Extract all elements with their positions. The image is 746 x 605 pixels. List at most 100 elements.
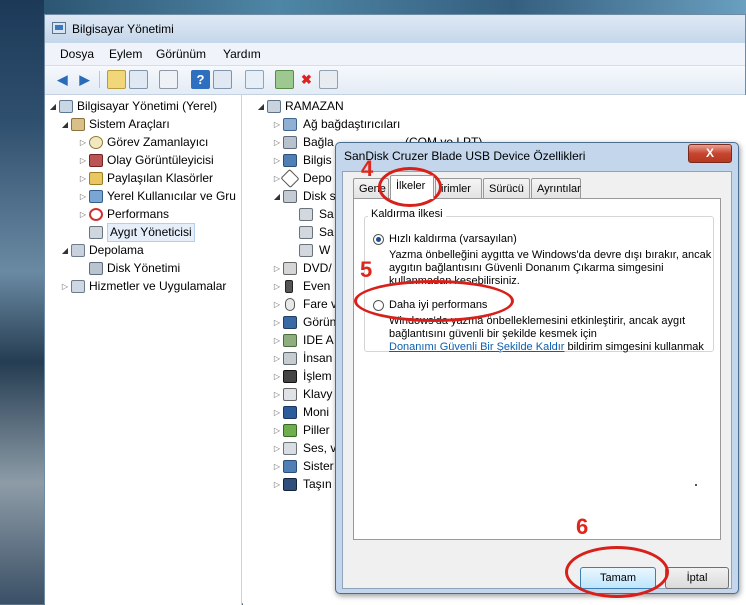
scan-hardware-icon[interactable] xyxy=(245,70,264,89)
expand-icon[interactable]: ▷ xyxy=(273,368,281,385)
collapse-icon[interactable]: ◢ xyxy=(49,98,57,115)
expand-icon[interactable]: ▷ xyxy=(273,350,281,367)
tree-label: Ağ bağdaştırıcıları xyxy=(303,117,401,131)
tree-label: Sa xyxy=(319,207,334,221)
expand-icon[interactable]: ▷ xyxy=(273,476,281,493)
view-icon[interactable] xyxy=(213,70,232,89)
update-driver-icon[interactable] xyxy=(275,70,294,89)
display-adapter-icon xyxy=(283,316,297,329)
desktop-background-left xyxy=(0,0,44,604)
show-hide-tree-icon[interactable] xyxy=(129,70,148,89)
policies-tab-page: Kaldırma ilkesi Hızlı kaldırma (varsayıl… xyxy=(353,198,721,540)
expand-icon[interactable]: ▷ xyxy=(273,458,281,475)
disable-device-icon[interactable] xyxy=(319,70,338,89)
menu-eylem[interactable]: Eylem xyxy=(109,47,142,61)
collapse-icon[interactable]: ◢ xyxy=(257,98,265,115)
system-devices-icon xyxy=(283,460,297,473)
tab-ayrintilar[interactable]: Ayrıntılar xyxy=(531,178,581,198)
computer-management-icon xyxy=(59,100,73,113)
tree-label: İşlem xyxy=(303,369,332,383)
title-bar[interactable]: Bilgisayar Yönetimi xyxy=(45,15,745,44)
safely-remove-hardware-link[interactable]: Donanımı Güvenli Bir Şekilde Kaldır xyxy=(389,341,564,353)
port-icon xyxy=(283,136,297,149)
collapse-icon[interactable]: ◢ xyxy=(61,116,69,133)
forward-arrow-icon[interactable]: ▶ xyxy=(75,70,94,89)
expand-icon[interactable]: ▷ xyxy=(273,386,281,403)
expand-icon[interactable]: ▷ xyxy=(273,152,281,169)
tree-label: Moni xyxy=(303,405,330,419)
quick-removal-label[interactable]: Hızlı kaldırma (varsayılan) xyxy=(389,233,517,246)
tree-label: Yerel Kullanıcılar ve Gru xyxy=(107,189,236,203)
expand-icon[interactable]: ▷ xyxy=(79,170,87,187)
ide-controller-icon xyxy=(283,334,297,347)
users-icon xyxy=(89,190,103,203)
tree-label: Performans xyxy=(107,207,170,221)
expand-icon[interactable]: ▷ xyxy=(61,278,69,295)
properties-icon[interactable] xyxy=(159,70,178,89)
collapse-icon[interactable]: ◢ xyxy=(61,242,69,259)
tab-ilkeler[interactable]: İlkeler xyxy=(390,175,434,199)
tree-label: W xyxy=(319,243,331,257)
disk-drive-icon xyxy=(299,208,313,221)
expand-icon[interactable]: ▷ xyxy=(273,440,281,457)
tree-label: Klavy xyxy=(303,387,333,401)
cancel-button[interactable]: İptal xyxy=(665,567,729,589)
event-viewer-icon xyxy=(89,154,103,167)
services-icon xyxy=(71,280,85,293)
quick-removal-radio[interactable] xyxy=(373,234,384,245)
tab-surucu[interactable]: Sürücü xyxy=(483,178,530,198)
expand-icon[interactable]: ▷ xyxy=(79,134,87,151)
processor-icon xyxy=(283,370,297,383)
left-navigation-tree: ◢ Bilgisayar Yönetimi (Yerel) ◢ Sistem A… xyxy=(45,95,242,605)
expand-icon[interactable]: ▷ xyxy=(273,134,281,151)
expand-icon[interactable]: ▷ xyxy=(273,116,281,133)
expand-icon[interactable]: ▷ xyxy=(273,278,281,295)
tree-label: Bilgis xyxy=(303,153,332,167)
battery-icon xyxy=(283,424,297,437)
tools-icon xyxy=(71,118,85,131)
tree-label: Sistem Araçları xyxy=(89,117,170,131)
tree-label: RAMAZAN xyxy=(285,99,344,113)
expand-icon[interactable]: ▷ xyxy=(273,332,281,349)
expand-icon[interactable]: ▷ xyxy=(273,422,281,439)
collapse-icon[interactable]: ◢ xyxy=(273,188,281,205)
tab-birimler[interactable]: irimler xyxy=(435,178,482,198)
tree-label: Disk s xyxy=(303,189,336,203)
tree-label: Hizmetler ve Uygulamalar xyxy=(89,279,227,293)
expand-icon[interactable]: ▷ xyxy=(273,314,281,331)
clock-icon xyxy=(89,136,103,149)
dialog-body: Gene İlkeler irimler Sürücü Ayrıntılar K… xyxy=(342,171,732,589)
device-manager-icon xyxy=(89,226,103,239)
expand-icon[interactable]: ▷ xyxy=(273,404,281,421)
menu-yardim[interactable]: Yardım xyxy=(223,47,261,61)
storage-controller-icon xyxy=(280,168,300,189)
tree-label: Paylaşılan Klasörler xyxy=(107,171,214,185)
better-performance-desc-3: Donanımı Güvenli Bir Şekilde Kaldır bild… xyxy=(389,341,704,354)
tree-label: Taşın xyxy=(303,477,332,491)
computer-management-icon xyxy=(52,22,66,34)
uninstall-icon[interactable]: ✖ xyxy=(297,70,316,89)
tree-label: Even xyxy=(303,279,331,293)
menu-gorunum[interactable]: Görünüm xyxy=(156,47,206,61)
close-button[interactable]: X xyxy=(688,144,732,163)
expand-icon[interactable]: ▷ xyxy=(79,206,87,223)
monitor-icon xyxy=(283,406,297,419)
keyboard-icon xyxy=(283,388,297,401)
help-icon[interactable]: ? xyxy=(191,70,210,89)
disk-icon xyxy=(89,262,103,275)
group-title: Kaldırma ilkesi xyxy=(368,208,446,220)
tree-label: Disk Yönetimi xyxy=(107,261,181,275)
expand-icon[interactable]: ▷ xyxy=(273,296,281,313)
annotation-number-6: 6 xyxy=(576,514,589,539)
tree-label: Olay Görüntüleyicisi xyxy=(107,153,214,167)
expand-icon[interactable]: ▷ xyxy=(79,188,87,205)
tree-label: Sister xyxy=(303,459,334,473)
quick-removal-desc-2: aygıtın bağlantısını Güvenli Donanım Çık… xyxy=(389,262,664,274)
expand-icon[interactable]: ▷ xyxy=(273,260,281,277)
up-folder-icon[interactable] xyxy=(107,70,126,89)
tree-label: Görün xyxy=(303,315,337,329)
expand-icon[interactable]: ▷ xyxy=(79,152,87,169)
expand-icon[interactable]: ▷ xyxy=(273,170,281,187)
menu-dosya[interactable]: Dosya xyxy=(60,47,94,61)
back-arrow-icon[interactable]: ◀ xyxy=(53,70,72,89)
